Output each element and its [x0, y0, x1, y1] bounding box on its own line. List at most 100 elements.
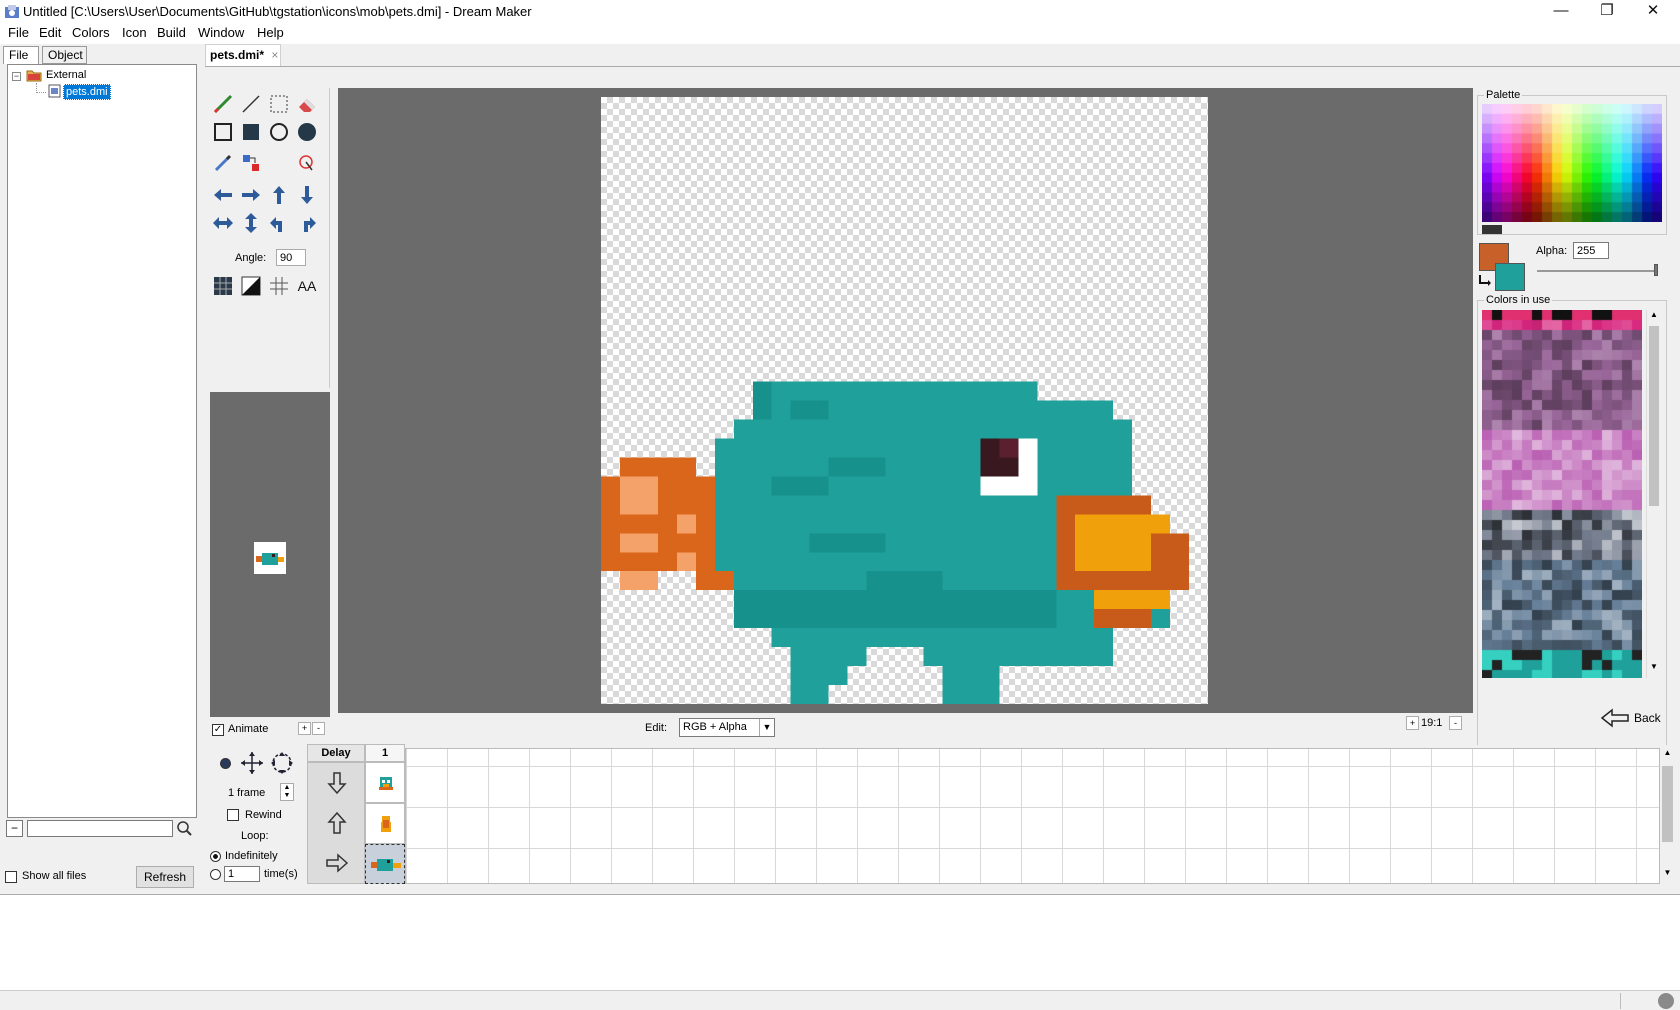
tab-pets-dmi[interactable]: pets.dmi* ×: [205, 44, 281, 66]
eraser-icon[interactable]: [294, 91, 320, 117]
rect-outline-icon[interactable]: [210, 119, 236, 145]
back-button[interactable]: Back: [1600, 705, 1670, 731]
shift-left-icon[interactable]: [210, 182, 236, 208]
scroll-thumb[interactable]: [1649, 326, 1659, 506]
antialias-button[interactable]: AA: [294, 273, 320, 299]
preview-zoom-in-button[interactable]: +: [298, 722, 311, 735]
animate-checkbox[interactable]: ✓: [212, 724, 224, 736]
zoom-in-button[interactable]: +: [1406, 716, 1419, 730]
secondary-color-swatch[interactable]: [1495, 263, 1525, 291]
animate-label: Animate: [228, 723, 269, 735]
alpha-input[interactable]: [1573, 242, 1609, 259]
frame-scroll-down-icon[interactable]: ▼: [1660, 868, 1675, 882]
swap-colors-icon[interactable]: [1477, 272, 1493, 288]
pencil-icon[interactable]: [210, 91, 236, 117]
scroll-down-icon[interactable]: ▼: [1647, 662, 1661, 676]
frame-scroll-up-icon[interactable]: ▲: [1660, 748, 1675, 762]
search-icon[interactable]: [176, 820, 193, 837]
minimize-button[interactable]: —: [1538, 0, 1584, 24]
frame-cell-north[interactable]: [365, 803, 405, 844]
ellipse-filled-icon[interactable]: [294, 119, 320, 145]
grid-pattern-icon[interactable]: [210, 273, 236, 299]
tab-close-icon[interactable]: ×: [271, 48, 278, 62]
close-button[interactable]: ✕: [1630, 0, 1676, 24]
frame-scroll-thumb[interactable]: [1662, 766, 1673, 842]
tool-panel: Angle: AA: [210, 88, 330, 388]
ellipse-outline-icon[interactable]: [266, 119, 292, 145]
palette-menu-icon[interactable]: [1482, 225, 1502, 234]
direction-8-icon[interactable]: [269, 750, 295, 776]
output-pane[interactable]: [0, 894, 1680, 990]
status-indicator-icon: [1658, 993, 1674, 1009]
frame-column-header: 1: [365, 744, 405, 762]
contrast-icon[interactable]: [238, 273, 264, 299]
rotate-left-icon[interactable]: [266, 210, 292, 236]
select-rect-icon[interactable]: [266, 91, 292, 117]
collapse-toggle[interactable]: −: [12, 72, 21, 81]
direction-east-icon[interactable]: [325, 851, 349, 875]
shift-down-icon[interactable]: [294, 182, 320, 208]
magic-wand-icon[interactable]: [294, 150, 320, 176]
alpha-slider-track[interactable]: [1537, 270, 1657, 272]
shift-up-icon[interactable]: [266, 182, 292, 208]
tree-item-external[interactable]: External: [46, 68, 86, 82]
menu-file[interactable]: File: [2, 24, 35, 44]
menu-colors[interactable]: Colors: [66, 24, 116, 44]
colors-scrollbar[interactable]: ▲ ▼: [1646, 310, 1661, 678]
tab-file[interactable]: File: [3, 46, 39, 64]
direction-4-icon[interactable]: [239, 750, 265, 776]
zoom-out-button[interactable]: -: [1449, 716, 1462, 730]
tab-object[interactable]: Object: [42, 46, 87, 64]
shift-right-icon[interactable]: [238, 182, 264, 208]
direction-north-icon[interactable]: [325, 811, 349, 835]
frame-grid[interactable]: [405, 748, 1660, 884]
color-palette[interactable]: [1482, 104, 1662, 222]
flip-vertical-icon[interactable]: [238, 210, 264, 236]
rewind-label: Rewind: [245, 809, 282, 821]
grid-toggle-icon[interactable]: [266, 273, 292, 299]
direction-south-icon[interactable]: [325, 771, 349, 795]
frame-count-stepper[interactable]: ▲ ▼: [280, 783, 294, 801]
dream-maker-icon: [5, 5, 19, 18]
loop-times-label: time(s): [264, 868, 298, 880]
collapse-all-icon[interactable]: −: [6, 820, 23, 837]
eyedropper-icon[interactable]: [210, 150, 236, 176]
edit-mode-value: RGB + Alpha: [683, 721, 747, 733]
flip-horizontal-icon[interactable]: [210, 210, 236, 236]
edit-mode-select[interactable]: RGB + Alpha ▼: [679, 718, 775, 737]
line-icon[interactable]: [238, 91, 264, 117]
file-tree: − External pets.dmi: [7, 64, 197, 818]
rewind-checkbox[interactable]: [227, 809, 239, 821]
tree-item-pets-dmi[interactable]: pets.dmi: [63, 84, 111, 100]
frame-cell-east-selected[interactable]: [365, 844, 405, 884]
show-all-files-checkbox[interactable]: [5, 871, 17, 883]
refresh-button[interactable]: Refresh: [136, 866, 194, 888]
back-label: Back: [1634, 711, 1661, 725]
menu-window[interactable]: Window: [192, 24, 250, 44]
menu-help[interactable]: Help: [251, 24, 290, 44]
direction-1-icon[interactable]: [220, 758, 231, 769]
pixel-canvas[interactable]: [601, 97, 1208, 704]
alpha-slider-thumb[interactable]: [1654, 264, 1658, 276]
menu-edit[interactable]: Edit: [33, 24, 67, 44]
maximize-button[interactable]: ❐: [1584, 0, 1630, 24]
menu-icon[interactable]: Icon: [116, 24, 153, 44]
loop-indefinitely-radio[interactable]: [210, 851, 221, 862]
frame-scrollbar[interactable]: ▲ ▼: [1660, 748, 1675, 884]
menu-build[interactable]: Build: [151, 24, 192, 44]
search-input[interactable]: [27, 820, 173, 837]
preview-zoom-out-button[interactable]: -: [312, 722, 325, 735]
frame-count: 1 frame: [228, 787, 266, 799]
rotate-right-icon[interactable]: [294, 210, 320, 236]
colors-in-use-grid[interactable]: [1482, 310, 1642, 678]
loop-times-radio[interactable]: [210, 869, 221, 880]
fill-replace-icon[interactable]: [238, 150, 264, 176]
color-panel: Palette Alpha: Colors in use ▲ ▼: [1473, 88, 1680, 782]
dmi-file-icon: [48, 84, 61, 98]
rect-filled-icon[interactable]: [238, 119, 264, 145]
scroll-up-icon[interactable]: ▲: [1647, 310, 1661, 324]
angle-input[interactable]: [276, 249, 306, 266]
show-all-files-label: Show all files: [22, 870, 87, 882]
loop-times-input[interactable]: [224, 866, 260, 882]
frame-cell-south[interactable]: [365, 762, 405, 803]
